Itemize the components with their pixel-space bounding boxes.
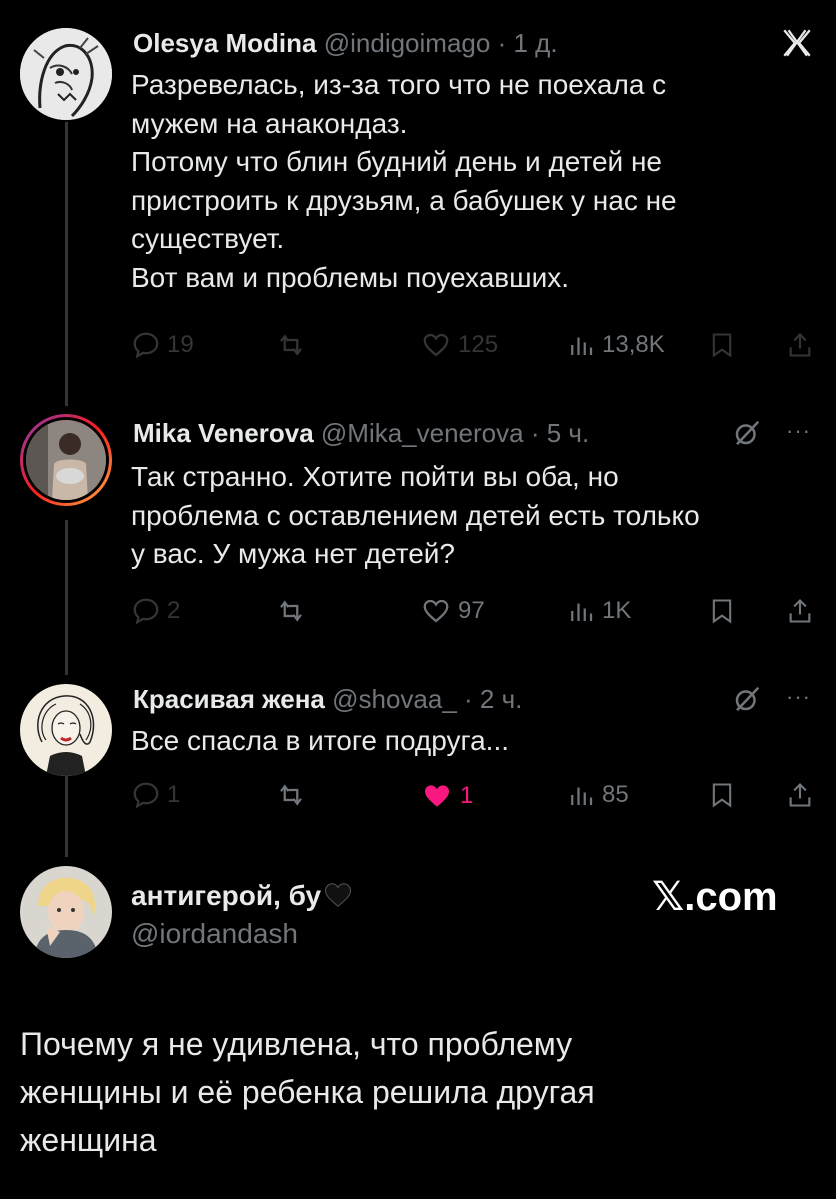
text-line: Так странно. Хотите пойти вы оба, но bbox=[131, 461, 619, 492]
text-line: Почему я не удивлена, что проблему bbox=[20, 1026, 573, 1062]
avatar[interactable] bbox=[20, 684, 112, 776]
thread-line bbox=[65, 520, 68, 675]
tweet-text: Так странно. Хотите пойти вы оба, но про… bbox=[131, 458, 821, 574]
handle[interactable]: @indigoimago bbox=[324, 28, 491, 58]
reply-icon bbox=[133, 598, 159, 625]
bookmark-icon bbox=[712, 599, 732, 624]
text-line: Разревелась, из-за того что не поехала с bbox=[131, 69, 667, 100]
thread-line bbox=[65, 122, 68, 406]
reply-button[interactable]: 1 bbox=[131, 780, 180, 810]
views-button[interactable]: 13,8K bbox=[566, 330, 665, 360]
x-logo-icon bbox=[780, 26, 814, 60]
text-line: пристроить к друзьям, а бабушек у нас не bbox=[131, 184, 677, 216]
heart-icon bbox=[423, 599, 449, 623]
like-button[interactable]: 1 bbox=[420, 780, 473, 812]
heart-icon bbox=[423, 333, 449, 357]
like-count: 97 bbox=[458, 597, 485, 624]
bookmark-icon bbox=[712, 783, 732, 808]
like-count: 125 bbox=[458, 331, 499, 358]
views-count: 13,8K bbox=[602, 331, 665, 358]
like-count: 1 bbox=[460, 782, 474, 809]
reply-icon bbox=[133, 782, 159, 809]
handle[interactable]: @iordandash bbox=[131, 918, 298, 950]
handle[interactable]: @Mika_venerova bbox=[321, 418, 524, 448]
text-line: женщины и её ребенка решила другая bbox=[20, 1074, 595, 1110]
display-name[interactable]: Olesya Modina bbox=[133, 28, 317, 58]
more-icon[interactable]: ··· bbox=[786, 684, 811, 710]
quote-text: Почему я не удивлена, что проблему женщи… bbox=[20, 1020, 820, 1164]
repost-icon bbox=[280, 334, 302, 356]
more-icon[interactable]: ··· bbox=[786, 418, 811, 444]
text-line: у вас. У мужа нет детей? bbox=[131, 538, 455, 569]
display-name[interactable]: Mika Venerova bbox=[133, 418, 314, 448]
views-button[interactable]: 85 bbox=[566, 780, 629, 810]
bookmark-icon bbox=[712, 333, 732, 358]
text-line: Потому что блин будний день и детей не bbox=[131, 146, 662, 177]
bookmark-button[interactable] bbox=[708, 780, 736, 810]
share-button[interactable] bbox=[786, 780, 814, 810]
text-line: Все спасла в итоге подруга... bbox=[131, 725, 509, 756]
text-line: женщина bbox=[20, 1122, 157, 1158]
bookmark-button[interactable] bbox=[708, 330, 736, 360]
timestamp[interactable]: · 5 ч. bbox=[531, 418, 589, 448]
text-line: Вот вам и проблемы поуехавших. bbox=[131, 261, 570, 293]
bookmark-button[interactable] bbox=[708, 596, 736, 626]
views-count: 1K bbox=[602, 597, 632, 624]
reply-count: 2 bbox=[167, 597, 181, 624]
thread-line bbox=[65, 767, 68, 857]
repost-icon bbox=[280, 600, 302, 622]
tweet-header: Mika Venerova @Mika_venerova · 5 ч. bbox=[133, 418, 589, 448]
avatar[interactable] bbox=[20, 866, 112, 958]
avatar[interactable] bbox=[20, 28, 112, 120]
share-icon bbox=[789, 783, 811, 807]
text-line: мужем на анакондаз. bbox=[131, 107, 408, 139]
reply-count: 1 bbox=[167, 781, 181, 808]
tweet-text: Разревелась, из-за того что не поехала с… bbox=[131, 66, 821, 297]
repost-button[interactable] bbox=[276, 330, 306, 360]
views-icon bbox=[571, 787, 593, 805]
share-icon bbox=[789, 599, 811, 623]
grok-icon[interactable] bbox=[732, 418, 762, 448]
reply-button[interactable]: 2 bbox=[131, 596, 180, 626]
avatar[interactable] bbox=[20, 414, 112, 506]
repost-icon bbox=[280, 784, 302, 806]
share-button[interactable] bbox=[786, 596, 814, 626]
display-name[interactable]: антигерой, бу bbox=[131, 880, 353, 912]
reply-button[interactable]: 19 bbox=[131, 330, 194, 360]
repost-button[interactable] bbox=[276, 780, 306, 810]
share-button[interactable] bbox=[786, 330, 814, 360]
tweet-header: Красивая жена @shovaa_ · 2 ч. bbox=[133, 684, 522, 714]
xcom-watermark: 𝕏.com bbox=[652, 875, 778, 919]
black-heart-icon bbox=[325, 883, 352, 907]
timestamp[interactable]: · 2 ч. bbox=[464, 684, 522, 714]
text-line: проблема с оставлением детей есть только bbox=[131, 499, 700, 531]
timestamp[interactable]: · 1 д. bbox=[498, 28, 558, 58]
reply-count: 19 bbox=[167, 331, 194, 358]
like-button[interactable]: 97 bbox=[420, 596, 485, 626]
share-icon bbox=[789, 333, 811, 357]
heart-filled-icon bbox=[425, 785, 449, 807]
repost-button[interactable] bbox=[276, 596, 306, 626]
tweet-text: Все спасла в итоге подруга... bbox=[131, 722, 821, 761]
views-count: 85 bbox=[602, 781, 629, 808]
display-name[interactable]: Красивая жена bbox=[133, 684, 325, 714]
text-line: существует. bbox=[131, 223, 285, 254]
tweet-header: Olesya Modina @indigoimago · 1 д. bbox=[133, 28, 558, 58]
views-button[interactable]: 1K bbox=[566, 596, 631, 626]
views-icon bbox=[571, 337, 593, 355]
display-name-text: антигерой, бу bbox=[131, 880, 322, 911]
views-icon bbox=[571, 603, 593, 621]
like-button[interactable]: 125 bbox=[420, 330, 498, 360]
reply-icon bbox=[133, 332, 159, 359]
handle[interactable]: @shovaa_ bbox=[332, 684, 457, 714]
grok-icon[interactable] bbox=[732, 684, 762, 714]
